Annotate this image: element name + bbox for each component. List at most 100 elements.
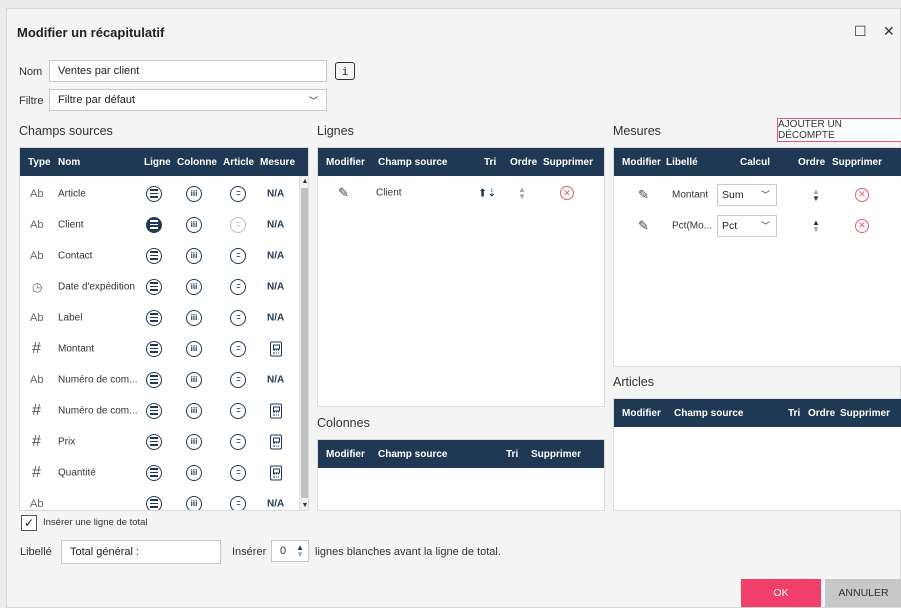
sort-ascending-icon[interactable]: ⬆⇣ — [478, 187, 496, 200]
scroll-up-icon[interactable]: ▲ — [301, 178, 308, 186]
blank-lines-stepper[interactable]: 0 ▲ ▼ — [271, 540, 309, 562]
add-count-button[interactable]: AJOUTER UN DÉCOMPTE — [777, 118, 901, 142]
line-icon[interactable] — [146, 495, 162, 510]
dialog-title: Modifier un récapitulatif — [17, 25, 165, 40]
line-icon[interactable] — [146, 216, 162, 233]
insert-suffix: lignes blanches avant la ligne de total. — [315, 546, 501, 558]
sources-header: Type Nom Ligne Colonne Article Mesure — [20, 148, 308, 176]
order-arrows-icon[interactable]: ▲ ▼ — [518, 186, 526, 201]
ok-button[interactable]: OK — [741, 579, 821, 607]
col-sort: Tri — [788, 407, 801, 419]
source-field-name: Prix — [58, 436, 76, 447]
filter-select[interactable]: Filtre par défaut ﹀ — [49, 89, 327, 111]
scroll-down-icon[interactable]: ▼ — [301, 502, 308, 510]
article-icon[interactable]: ::: — [230, 495, 246, 510]
col-type: Type — [28, 156, 51, 168]
column-icon[interactable]: iii — [186, 216, 202, 233]
article-icon[interactable]: ::: — [230, 247, 246, 264]
source-field-name: Date d'expédition — [58, 281, 135, 292]
number-type-icon: # — [32, 339, 41, 357]
line-icon[interactable] — [146, 433, 162, 450]
pencil-icon[interactable]: ✎ — [638, 187, 649, 203]
close-icon[interactable]: ✕ — [883, 23, 895, 40]
column-icon[interactable]: iii — [186, 185, 202, 202]
source-row: ◷ Date d'expédition iii::: N/A — [20, 271, 300, 302]
text-type-icon: Ab — [30, 497, 44, 510]
number-type-icon: # — [32, 463, 41, 481]
calculator-icon[interactable] — [270, 465, 282, 480]
total-checkbox-label: Insérer une ligne de total — [43, 517, 148, 528]
column-icon[interactable]: iii — [186, 340, 202, 357]
chevron-down-icon: ﹀ — [760, 221, 770, 231]
lines-header: Modifier Champ source Tri Ordre Supprime… — [318, 148, 604, 176]
source-field-name: Numéro de com... — [58, 374, 138, 385]
article-icon[interactable]: ::: — [230, 216, 246, 233]
article-icon[interactable]: ::: — [230, 309, 246, 326]
calc-select[interactable]: Sum ﹀ — [717, 183, 777, 206]
column-icon[interactable]: iii — [186, 371, 202, 388]
calculator-icon[interactable] — [270, 434, 282, 449]
source-row: Ab iii::: N/A — [20, 488, 300, 510]
order-arrows-icon[interactable]: ▲ ▼ — [812, 218, 820, 233]
articles-title: Articles — [613, 375, 654, 389]
measure-na: N/A — [267, 281, 285, 292]
source-row: Ab Contact iii::: N/A — [20, 240, 300, 271]
column-icon[interactable]: iii — [186, 433, 202, 450]
text-type-icon: Ab — [30, 373, 44, 386]
remove-icon[interactable]: ✕ — [855, 218, 869, 233]
col-column: Colonne — [177, 156, 217, 168]
column-icon[interactable]: iii — [186, 278, 202, 295]
pencil-icon[interactable]: ✎ — [638, 218, 649, 234]
columns-title: Colonnes — [317, 416, 370, 430]
libelle-input[interactable]: Total général : — [61, 540, 221, 564]
article-icon[interactable]: ::: — [230, 464, 246, 481]
name-input[interactable]: Ventes par client — [49, 60, 327, 82]
pencil-icon[interactable]: ✎ — [338, 185, 349, 201]
source-row: # Quantité iii::: — [20, 457, 300, 488]
col-field: Champ source — [674, 407, 744, 419]
maximize-icon[interactable]: ☐ — [854, 23, 867, 40]
stepper-arrows-icon[interactable]: ▲ ▼ — [296, 544, 304, 559]
measure-na: N/A — [267, 188, 285, 199]
measures-panel: Modifier Libellé Calcul Ordre Supprimer … — [613, 147, 901, 367]
lines-row: ✎ Client ⬆⇣ ▲ ▼ ✕ — [318, 178, 604, 208]
line-icon[interactable] — [146, 309, 162, 326]
line-icon[interactable] — [146, 247, 162, 264]
text-type-icon: Ab — [30, 187, 44, 200]
measures-title: Mesures — [613, 124, 661, 138]
chevron-down-icon: ﹀ — [308, 95, 318, 106]
article-icon[interactable]: ::: — [230, 402, 246, 419]
line-icon[interactable] — [146, 340, 162, 357]
sources-scrollbar[interactable]: ▲ ▼ — [299, 176, 308, 510]
line-icon[interactable] — [146, 402, 162, 419]
article-icon[interactable]: ::: — [230, 185, 246, 202]
col-label: Libellé — [666, 156, 698, 168]
measures-header: Modifier Libellé Calcul Ordre Supprimer — [614, 148, 901, 176]
column-icon[interactable]: iii — [186, 309, 202, 326]
line-icon[interactable] — [146, 464, 162, 481]
calc-select[interactable]: Pct ﹀ — [717, 214, 777, 237]
info-icon[interactable]: i — [335, 62, 355, 80]
column-icon[interactable]: iii — [186, 495, 202, 510]
remove-icon[interactable]: ✕ — [855, 187, 869, 202]
calculator-icon[interactable] — [270, 403, 282, 418]
cancel-button[interactable]: ANNULER — [825, 579, 901, 607]
total-checkbox[interactable]: ✓ — [21, 515, 37, 531]
article-icon[interactable]: ::: — [230, 340, 246, 357]
remove-icon[interactable]: ✕ — [560, 186, 574, 200]
text-type-icon: Ab — [30, 311, 44, 324]
order-arrows-icon[interactable]: ▲ ▼ — [812, 187, 820, 202]
article-icon[interactable]: ::: — [230, 278, 246, 295]
line-icon[interactable] — [146, 371, 162, 388]
column-icon[interactable]: iii — [186, 247, 202, 264]
line-icon[interactable] — [146, 278, 162, 295]
line-icon[interactable] — [146, 185, 162, 202]
column-icon[interactable]: iii — [186, 464, 202, 481]
insert-label: Insérer — [232, 546, 267, 558]
column-icon[interactable]: iii — [186, 402, 202, 419]
col-edit: Modifier — [622, 156, 661, 168]
scroll-thumb[interactable] — [301, 188, 308, 498]
article-icon[interactable]: ::: — [230, 371, 246, 388]
article-icon[interactable]: ::: — [230, 433, 246, 450]
calculator-icon[interactable] — [270, 341, 282, 356]
